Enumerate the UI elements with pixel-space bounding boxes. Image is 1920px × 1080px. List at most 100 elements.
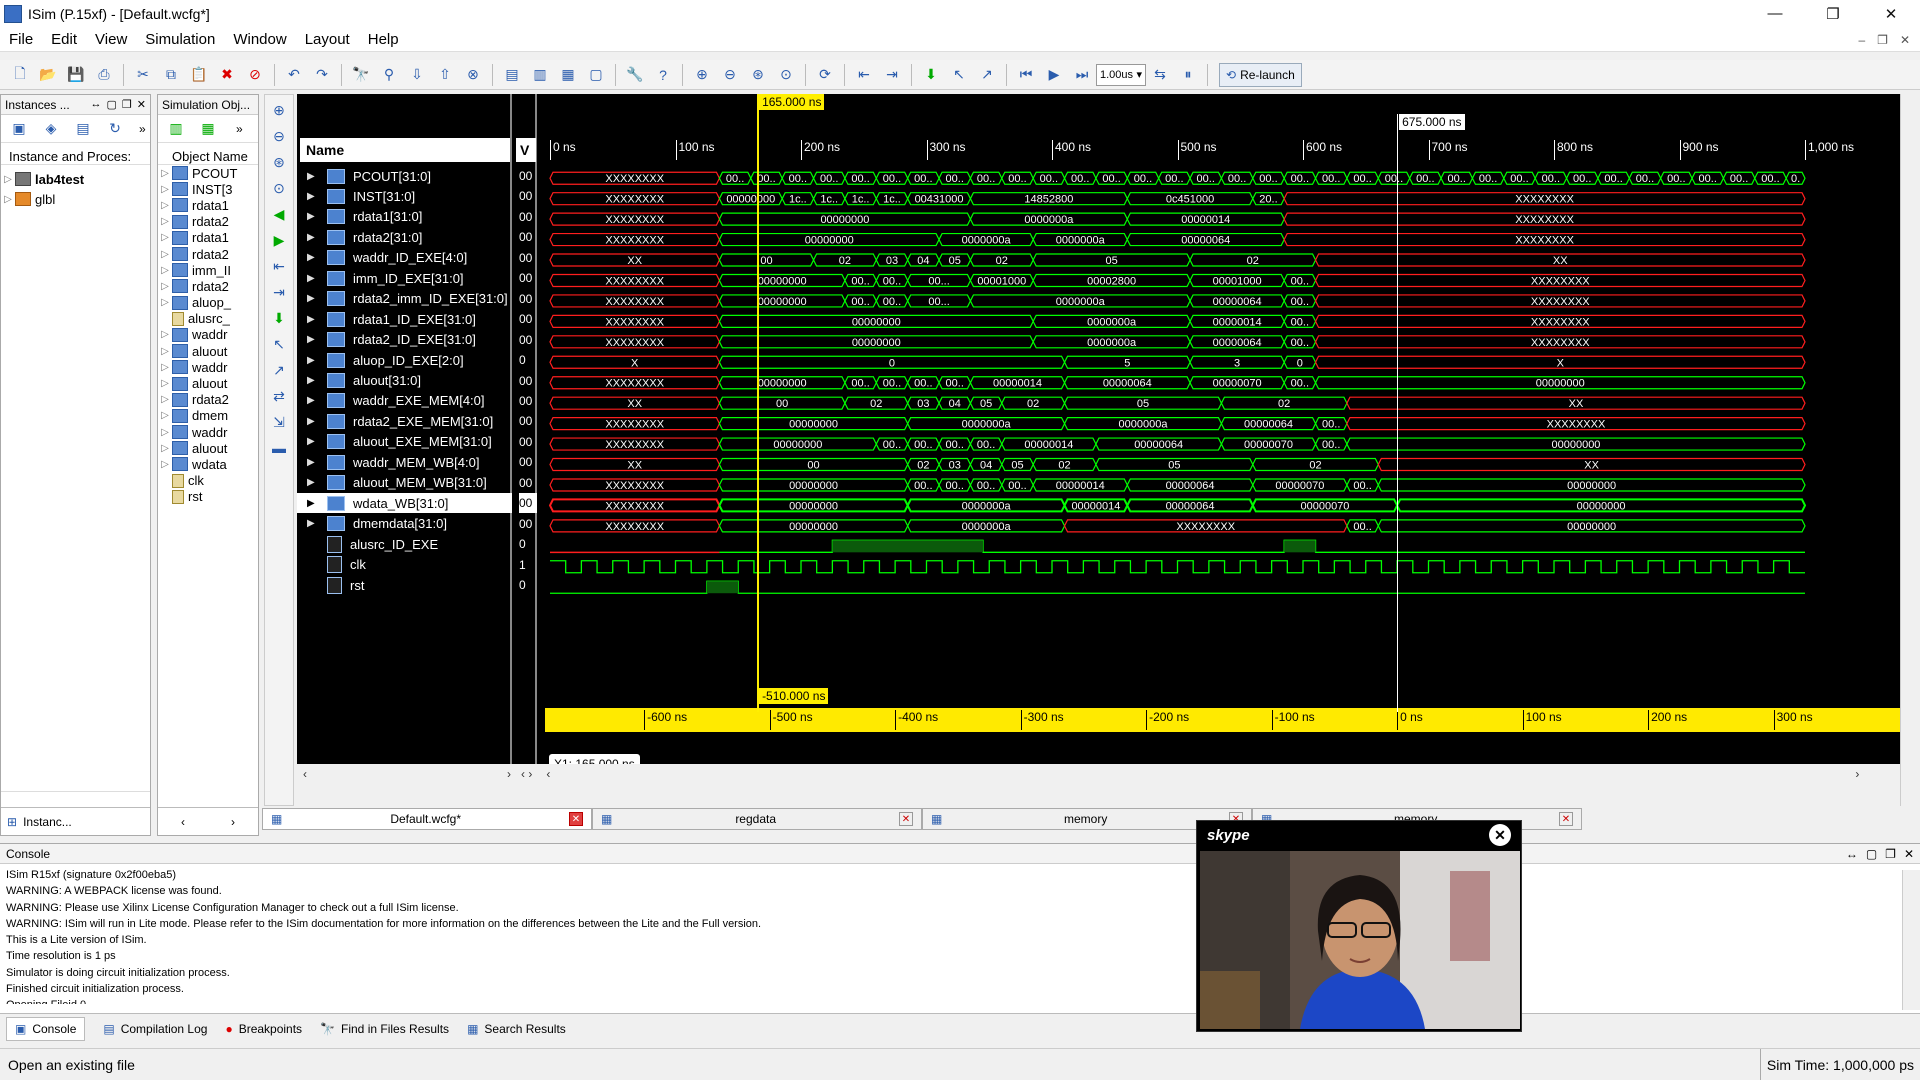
scroll-left-icon[interactable]: ‹ › — [521, 767, 532, 781]
instance-item[interactable]: ▷ lab4test — [1, 169, 150, 189]
expand-icon[interactable]: ▶ — [307, 498, 321, 509]
expand-icon[interactable]: ▷ — [158, 346, 172, 357]
tab-console[interactable]: ▣ Console — [6, 1016, 86, 1041]
scroll-right-icon[interactable]: › — [231, 815, 235, 829]
expand-icon[interactable]: ▷ — [158, 443, 172, 454]
add-marker-icon[interactable]: ⬇ — [920, 64, 942, 86]
help-pointer-icon[interactable]: ? — [652, 64, 674, 86]
skype-video-window[interactable]: skype ✕ — [1196, 820, 1522, 1032]
menu-help[interactable]: Help — [359, 31, 408, 48]
close-tab-icon[interactable]: ✕ — [899, 812, 913, 826]
zoom-in-icon[interactable]: ⊕ — [691, 64, 713, 86]
signal-row[interactable]: ▶ aluout_EXE_MEM[31:0] — [297, 432, 512, 452]
minimize-button[interactable]: — — [1746, 5, 1804, 23]
scroll-left-icon[interactable]: ‹ — [181, 815, 185, 829]
expand-icon[interactable]: ▶ — [307, 232, 321, 243]
expand-icon[interactable]: ▷ — [158, 281, 172, 292]
signal-row[interactable]: ▶ waddr_EXE_MEM[4:0] — [297, 391, 512, 411]
expand-icon[interactable]: ▶ — [307, 436, 321, 447]
signal-row[interactable]: ▶ rdata1_ID_EXE[31:0] — [297, 309, 512, 329]
close-panel-icon[interactable]: ✕ — [137, 98, 146, 111]
object-filter-2-icon[interactable]: ▦ — [197, 118, 219, 140]
signal-row[interactable]: ▶ rdata2_EXE_MEM[31:0] — [297, 411, 512, 431]
instance-item[interactable]: ▷ glbl — [1, 189, 150, 209]
float-panel-icon[interactable]: ❐ — [122, 98, 132, 111]
object-item[interactable]: ▷ PCOUT — [158, 165, 258, 181]
pause-icon[interactable]: ⏸ — [1177, 64, 1199, 86]
run-all-icon[interactable]: ▶ — [1043, 64, 1065, 86]
zoom-out-icon[interactable]: ⊖ — [268, 125, 290, 147]
object-item[interactable]: ▷ wdata — [158, 456, 258, 472]
restart-icon[interactable]: ⏮ — [1015, 64, 1037, 86]
run-time-select[interactable]: 1.00us ▾ — [1096, 63, 1146, 86]
object-item[interactable]: ▷ waddr — [158, 424, 258, 440]
signal-row[interactable]: ▶ INST[31:0] — [297, 186, 512, 206]
zoom-in-icon[interactable]: ⊕ — [268, 99, 290, 121]
print-icon[interactable]: ⎙ — [93, 64, 115, 86]
expand-icon[interactable]: ▶ — [307, 416, 321, 427]
expand-icon[interactable]: ▶ — [307, 273, 321, 284]
swap-cursors-icon[interactable]: ⇄ — [268, 385, 290, 407]
zoom-fit-icon[interactable]: ⊛ — [268, 151, 290, 173]
prev-transition-icon[interactable]: ⇤ — [268, 255, 290, 277]
find-icon[interactable]: 🔭 — [350, 64, 372, 86]
object-item[interactable]: ▷ dmem — [158, 408, 258, 424]
console-scrollbar[interactable] — [1902, 870, 1920, 1010]
undo-icon[interactable]: ↶ — [283, 64, 305, 86]
expand-icon[interactable]: ▷ — [158, 329, 172, 340]
wave-vertical-scrollbar[interactable] — [1900, 94, 1920, 806]
signal-row[interactable]: ▶ rdata2_ID_EXE[31:0] — [297, 330, 512, 350]
minimize-panel-icon[interactable]: ▢ — [1866, 847, 1877, 861]
object-item[interactable]: ▷ aluout — [158, 375, 258, 391]
object-item[interactable]: ▷ rdata2 — [158, 214, 258, 230]
object-filter-1-icon[interactable]: ▥ — [165, 118, 187, 140]
scroll-right-icon[interactable]: › — [507, 767, 511, 781]
signal-row[interactable]: ▶ wdata_WB[31:0] — [297, 493, 512, 514]
signal-row[interactable]: ▶ rdata2[31:0] — [297, 227, 512, 247]
scroll-left-icon[interactable]: ‹ — [303, 767, 307, 781]
object-item[interactable]: rst — [158, 489, 258, 505]
redo-icon[interactable]: ↷ — [311, 64, 333, 86]
expand-icon[interactable]: ▶ — [307, 457, 321, 468]
menu-window[interactable]: Window — [224, 31, 295, 48]
expand-icon[interactable]: ▷ — [158, 265, 172, 276]
signal-row[interactable]: ▶ aluop_ID_EXE[2:0] — [297, 350, 512, 370]
close-tab-icon[interactable]: ✕ — [569, 812, 583, 826]
new-file-icon[interactable]: 🗋 — [9, 64, 31, 86]
arrow-down-icon[interactable]: ⇩ — [406, 64, 428, 86]
menu-view[interactable]: View — [86, 31, 136, 48]
add-marker-icon[interactable]: ⬇ — [268, 307, 290, 329]
expand-icon[interactable]: ▷ — [158, 410, 172, 421]
menu-simulation[interactable]: Simulation — [136, 31, 224, 48]
object-item[interactable]: ▷ rdata1 — [158, 230, 258, 246]
expand-icon[interactable]: ▷ — [158, 216, 172, 227]
minimize-panel-icon[interactable]: ▢ — [107, 98, 117, 111]
tab-regdata[interactable]: ▦ regdata ✕ — [592, 808, 922, 830]
open-folder-icon[interactable]: 📂 — [37, 64, 59, 86]
menu-file[interactable]: File — [0, 31, 42, 48]
zoom-cursor-icon[interactable]: ⊙ — [775, 64, 797, 86]
wave-scrollbars[interactable]: ‹ › ‹ › ‹ › — [297, 764, 1900, 784]
object-item[interactable]: ▷ INST[3 — [158, 181, 258, 197]
expand-icon[interactable]: ▷ — [1, 194, 15, 205]
signal-row[interactable]: ▶ aluout_MEM_WB[31:0] — [297, 473, 512, 493]
expand-icon[interactable]: ▶ — [307, 293, 321, 304]
zoom-out-icon[interactable]: ⊖ — [719, 64, 741, 86]
object-item[interactable]: ▷ rdata2 — [158, 392, 258, 408]
go-to-end-icon[interactable]: ▶ — [268, 229, 290, 251]
object-item[interactable]: ▷ imm_II — [158, 262, 258, 278]
close-panel-icon[interactable]: ✕ — [1904, 847, 1914, 861]
run-for-icon[interactable]: ⏭ — [1071, 64, 1093, 86]
signal-row[interactable]: ▶ dmemdata[31:0] — [297, 514, 512, 534]
object-item[interactable]: ▷ rdata2 — [158, 278, 258, 294]
next-transition-icon[interactable]: ⇥ — [268, 281, 290, 303]
move-icon[interactable]: ↔ — [91, 98, 102, 111]
console-output[interactable]: ISim R15xf (signature 0x2f00eba5) WARNING… — [0, 864, 1920, 1004]
go-prev-transition-icon[interactable]: ⇤ — [853, 64, 875, 86]
waveform-canvas[interactable]: XXXXXXXX 00.. 00.. 00.. 00.. 00.. 00.. 00.. 00..… — [545, 168, 1900, 688]
instance-tool-2-icon[interactable]: ◈ — [40, 118, 62, 140]
signal-row[interactable]: ▶ rdata1[31:0] — [297, 207, 512, 227]
menu-edit[interactable]: Edit — [42, 31, 86, 48]
expand-icon[interactable]: ▶ — [307, 518, 321, 529]
copy-icon[interactable]: ⧉ — [160, 64, 182, 86]
